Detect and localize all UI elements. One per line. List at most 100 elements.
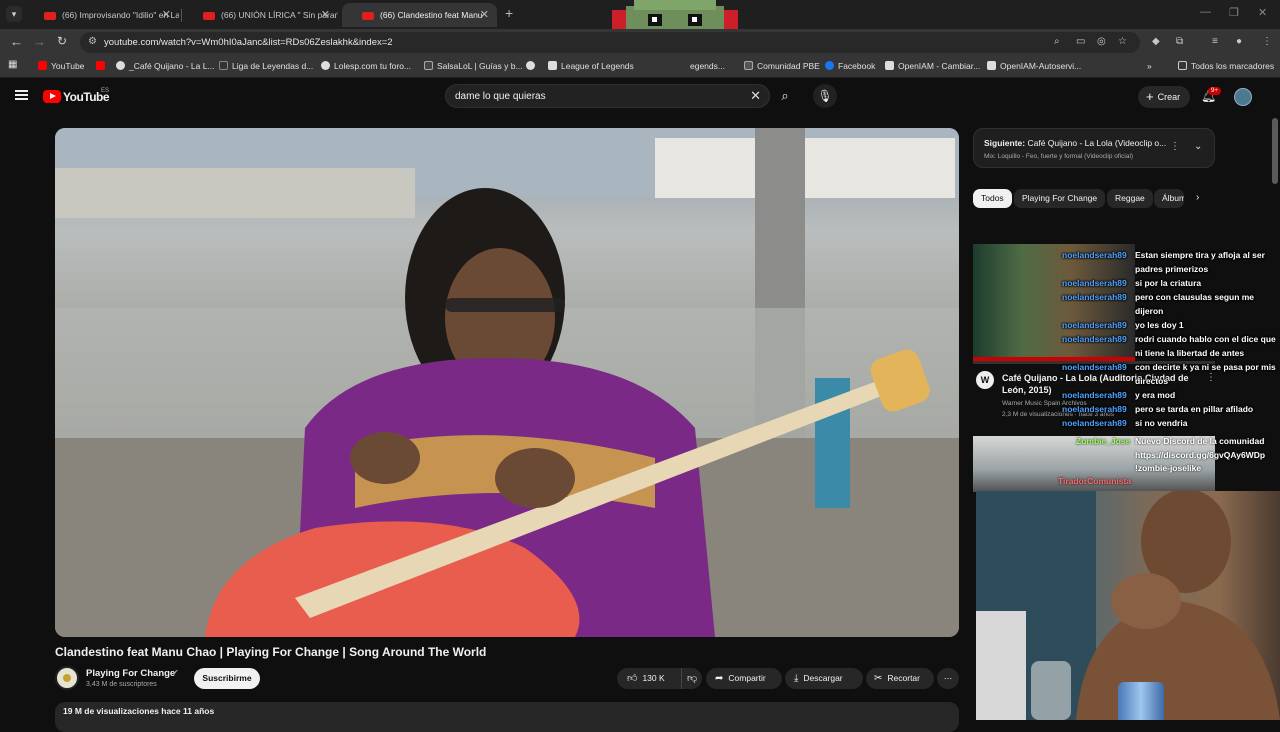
- bookmark-youtube[interactable]: YouTube: [38, 61, 84, 71]
- tab-clandestino[interactable]: (66) Clandestino feat Manu ✕: [342, 3, 497, 27]
- chat-user: noelandserah89: [1062, 404, 1127, 414]
- globe-icon: [116, 61, 125, 70]
- chat-user: noelandserah89: [1062, 334, 1127, 344]
- restore-icon[interactable]: ❐: [1229, 6, 1239, 19]
- media-icon[interactable]: ≡: [1212, 36, 1218, 47]
- clear-search-icon[interactable]: ✕: [750, 88, 761, 104]
- url-text: youtube.com/watch?v=Wm0hI0aJanc&list=RDs…: [104, 37, 393, 48]
- forward-icon[interactable]: →: [33, 34, 46, 49]
- channel-name[interactable]: Playing For Change: [86, 668, 175, 679]
- chat-text: directos: [1135, 376, 1169, 386]
- bookmark-lolesp[interactable]: Lolesp.com tu foro...: [321, 61, 411, 71]
- close-tab-icon[interactable]: ✕: [162, 8, 171, 21]
- close-tab-icon[interactable]: ✕: [321, 8, 330, 21]
- all-bookmarks[interactable]: Todos los marcadores: [1178, 61, 1274, 71]
- soda-can-icon: [1118, 682, 1164, 720]
- subscribe-button[interactable]: Suscribirme: [194, 668, 260, 689]
- chevron-right-icon[interactable]: ›: [1196, 192, 1199, 203]
- url-field[interactable]: ⚙ youtube.com/watch?v=Wm0hI0aJanc&list=R…: [80, 32, 1140, 53]
- microphone-icon[interactable]: 🎙︎: [813, 84, 837, 108]
- address-bar-row: ← → ↻ ⚙ youtube.com/watch?v=Wm0hI0aJanc&…: [0, 29, 1280, 56]
- close-tab-icon[interactable]: ✕: [480, 8, 489, 21]
- bookmark-openiam-autoservicio[interactable]: OpenIAM-Autoservi...: [987, 61, 1081, 71]
- chat-user: noelandserah89: [1062, 390, 1127, 400]
- chip-playing-for-change[interactable]: Playing For Change: [1014, 189, 1106, 208]
- chip-todos[interactable]: Todos: [973, 189, 1012, 208]
- like-button[interactable]: 👍︎ 130 K 👎︎: [617, 668, 702, 689]
- tab-union-lirica[interactable]: (66) UNIÓN LÍRICA " Sin parar" ✕: [183, 3, 338, 27]
- channel-avatar[interactable]: [55, 666, 79, 690]
- bookmark-youtube-2[interactable]: [96, 61, 109, 71]
- profile-icon[interactable]: ●: [1236, 36, 1242, 47]
- chat-text: yo les doy 1: [1135, 320, 1184, 330]
- chat-text: pero con clausulas segun me: [1135, 292, 1255, 302]
- more-options-icon[interactable]: ⋮: [1206, 372, 1216, 383]
- views-and-date: 19 M de visualizaciones hace 11 años: [63, 706, 215, 716]
- bookmark-cafe-quijano[interactable]: _Café Quijano - La L...: [116, 61, 215, 71]
- reload-icon[interactable]: ↻: [57, 34, 67, 48]
- bookmark-liga-leyendas[interactable]: Liga de Leyendas d...: [219, 61, 313, 71]
- bookmark-league-of-legends[interactable]: League of Legends: [548, 61, 634, 71]
- bookmark-label: _Café Quijano - La L...: [129, 61, 215, 71]
- back-icon[interactable]: ←: [10, 34, 23, 49]
- chip-reggae[interactable]: Reggae: [1107, 189, 1153, 208]
- chat-message: noelandserah89 si no vendria: [1062, 418, 1187, 428]
- chevron-down-icon[interactable]: ⌄: [1194, 141, 1202, 152]
- verified-check-icon: ✔: [172, 668, 179, 677]
- rec-channel-avatar[interactable]: W: [976, 371, 994, 389]
- more-bookmarks-icon[interactable]: »: [1147, 61, 1152, 71]
- site-info-icon[interactable]: ⚙: [88, 36, 97, 47]
- scrollbar-thumb[interactable]: [1272, 118, 1278, 184]
- video-player[interactable]: [55, 128, 959, 637]
- bookmark-label: SalsaLoL | Guías y b...: [437, 61, 523, 71]
- search-icon[interactable]: ⌕: [772, 84, 798, 108]
- more-actions-icon[interactable]: ⋯: [937, 668, 959, 689]
- menu-icon[interactable]: [15, 90, 28, 100]
- youtube-favicon-icon: [44, 12, 56, 20]
- thumbs-down-icon[interactable]: 👎︎: [681, 668, 697, 689]
- new-tab-icon[interactable]: +: [505, 5, 513, 21]
- facebook-icon: [825, 61, 834, 70]
- eye-off-icon[interactable]: ◎: [1097, 36, 1106, 47]
- puzzle-icon[interactable]: ⧉: [1176, 36, 1183, 47]
- bookmark-legends[interactable]: egends...: [690, 61, 725, 71]
- search-box[interactable]: dame lo que quieras ✕: [445, 84, 770, 108]
- tab-improvisando[interactable]: (66) Improvisando "Idilio" en La ✕: [24, 3, 179, 27]
- up-next-card[interactable]: Siguiente: Café Quijano - La Lola (Video…: [973, 128, 1215, 168]
- bookmark-openiam-cambiar[interactable]: OpenIAM - Cambiar...: [885, 61, 980, 71]
- chip-album[interactable]: Álbum: [1154, 189, 1184, 208]
- chat-message: noelandserah89 y era mod: [1062, 390, 1175, 400]
- clip-button[interactable]: ✂ Recortar: [866, 668, 934, 689]
- download-button[interactable]: ⤓ Descargar: [785, 668, 863, 689]
- search-input[interactable]: dame lo que quieras: [455, 91, 546, 102]
- bookmark-comunidad-pbe[interactable]: Comunidad PBE: [744, 61, 820, 71]
- apps-grid-icon[interactable]: ▦: [8, 59, 17, 70]
- youtube-favicon-icon: [362, 12, 374, 20]
- create-label: Crear: [1157, 92, 1181, 102]
- minimize-icon[interactable]: —: [1200, 6, 1211, 18]
- region-code: ES: [101, 88, 110, 94]
- bookmark-star-icon[interactable]: ☆: [1118, 36, 1127, 47]
- download-label: Descargar: [803, 673, 843, 683]
- cast-icon[interactable]: ▭: [1076, 36, 1085, 47]
- description-box[interactable]: 19 M de visualizaciones hace 11 años: [55, 702, 959, 732]
- chat-message: noelandserah89 Estan siempre tira y afloj…: [1062, 250, 1265, 260]
- create-button[interactable]: + Crear: [1138, 86, 1190, 108]
- bookmark-facebook[interactable]: Facebook: [825, 61, 875, 71]
- bookmark-salsalol[interactable]: SalsaLoL | Guías y b...: [424, 61, 523, 71]
- video-title: Clandestino feat Manu Chao | Playing For…: [55, 645, 487, 659]
- bookmark-label: Liga de Leyendas d...: [232, 61, 314, 71]
- youtube-logo-icon[interactable]: [43, 90, 61, 103]
- window-close-icon[interactable]: ✕: [1258, 6, 1267, 19]
- tab-search-icon[interactable]: ▾: [6, 6, 22, 22]
- tab-title: (66) Clandestino feat Manu: [380, 10, 483, 20]
- chat-text: padres primerizos: [1135, 264, 1209, 274]
- browser-menu-icon[interactable]: ⋮: [1262, 36, 1272, 47]
- more-options-icon[interactable]: ⋮: [1170, 141, 1180, 152]
- bookmark-globe[interactable]: [526, 61, 539, 71]
- account-avatar[interactable]: [1234, 88, 1252, 106]
- zoom-icon[interactable]: ⌕: [1054, 36, 1060, 47]
- share-button[interactable]: ➦ Compartir: [706, 668, 782, 689]
- chat-message: noelandserah89 si por la criatura: [1062, 278, 1201, 288]
- extension-icon[interactable]: ◆: [1152, 36, 1160, 47]
